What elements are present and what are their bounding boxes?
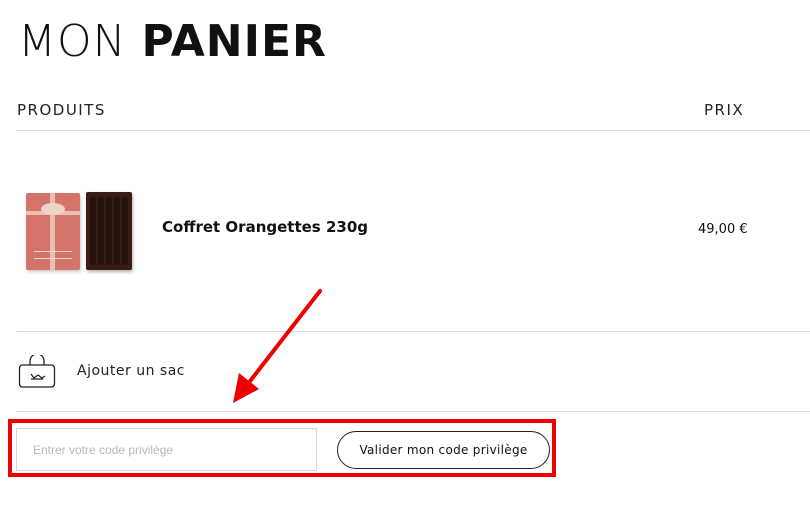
product-name[interactable]: Coffret Orangettes 230g [162, 218, 368, 236]
shopping-bag-icon[interactable] [18, 355, 56, 389]
column-header-products: PRODUITS [17, 101, 106, 119]
product-image[interactable] [26, 190, 136, 270]
product-box-lid [26, 193, 80, 270]
product-box-chocolates [86, 192, 132, 270]
page-title: MON PANIER [18, 14, 327, 70]
column-header-price: PRIX [704, 101, 745, 119]
promo-code-input[interactable] [16, 428, 317, 471]
add-bag-label[interactable]: Ajouter un sac [77, 363, 185, 379]
divider [17, 130, 810, 131]
validate-promo-button[interactable]: Valider mon code privilège [337, 431, 550, 469]
divider [17, 331, 810, 332]
annotation-arrow-icon [233, 289, 322, 403]
page-title-light: MON [18, 16, 127, 67]
product-price: 49,00 € [698, 222, 748, 237]
divider [17, 411, 810, 412]
page-title-bold: PANIER [141, 16, 327, 67]
